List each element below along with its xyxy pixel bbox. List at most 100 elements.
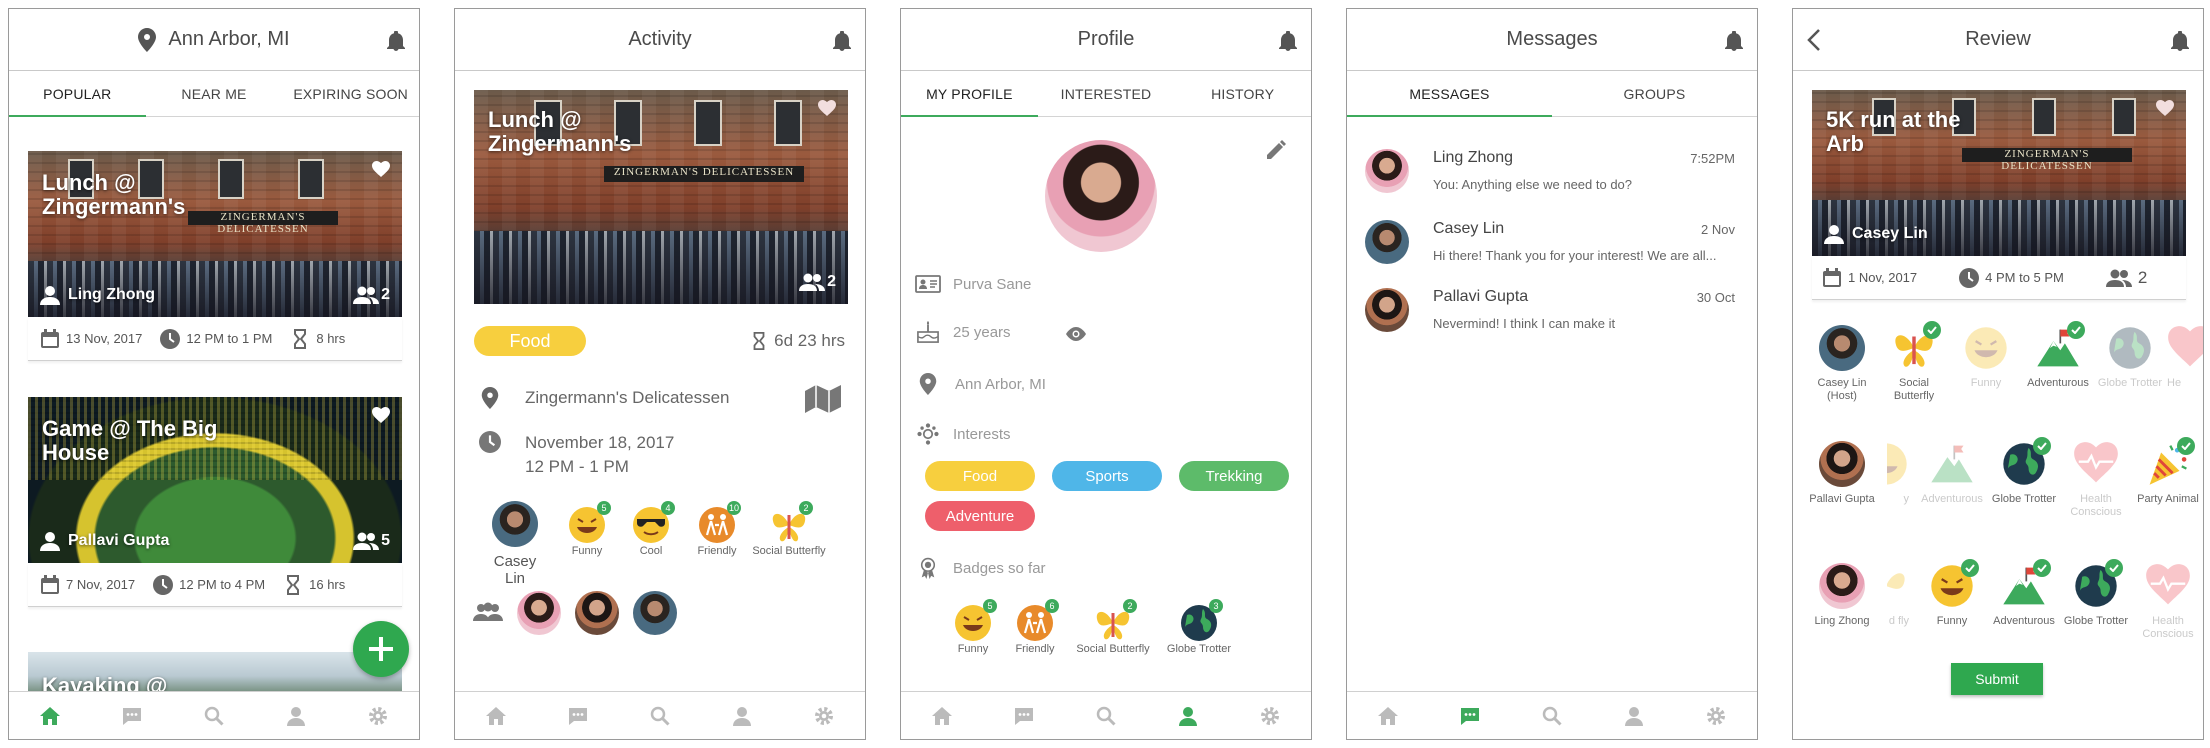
tab-near-me[interactable]: NEAR ME bbox=[146, 71, 283, 116]
clock-icon bbox=[153, 574, 174, 595]
nav-profile[interactable] bbox=[1593, 692, 1675, 739]
badge-count: 10 bbox=[727, 501, 741, 515]
header: Review bbox=[1793, 9, 2203, 71]
page-title: Messages bbox=[1506, 28, 1598, 50]
event-host-name: Casey Lin bbox=[1852, 225, 1928, 242]
review-badge-partial[interactable]: y bbox=[1879, 441, 1909, 506]
tab-expiring-soon[interactable]: EXPIRING SOON bbox=[282, 71, 419, 116]
tab-groups[interactable]: GROUPS bbox=[1552, 71, 1757, 116]
review-badge-funny[interactable]: Funny bbox=[1917, 559, 1987, 628]
clock-icon bbox=[160, 328, 181, 349]
review-person[interactable]: Pallavi Gupta bbox=[1807, 441, 1877, 506]
nav-messages[interactable] bbox=[983, 692, 1065, 739]
review-badge-adventurous[interactable]: Adventurous bbox=[1917, 441, 1987, 506]
review-badge-globe-trotter[interactable]: Globe Trotter bbox=[2061, 559, 2131, 628]
expiry-text: 6d 23 hrs bbox=[774, 331, 845, 350]
activity-photo-title: Lunch @ Zingermann's bbox=[488, 107, 632, 156]
review-badge-adventurous[interactable]: Adventurous bbox=[2023, 321, 2093, 390]
location-title[interactable]: Ann Arbor, MI bbox=[168, 28, 289, 51]
heart-icon[interactable] bbox=[372, 407, 390, 423]
review-badge-globe-trotter[interactable]: Globe Trotter bbox=[1989, 437, 2059, 506]
heart-health-icon bbox=[2146, 564, 2190, 605]
tab-bar: MESSAGES GROUPS bbox=[1347, 71, 1757, 117]
heart-icon[interactable] bbox=[372, 161, 390, 177]
event-date: 13 Nov, 2017 bbox=[66, 331, 143, 346]
review-badge-adventurous[interactable]: Adventurous bbox=[1989, 559, 2059, 628]
interest-chip[interactable]: Food bbox=[925, 461, 1035, 491]
review-badge-social-butterfly[interactable]: Social Butterfly bbox=[1879, 321, 1949, 403]
interest-chip[interactable]: Sports bbox=[1052, 461, 1162, 491]
heart-icon[interactable] bbox=[2156, 100, 2174, 116]
message-item[interactable]: Pallavi Gupta 30 Oct Nevermind! I think … bbox=[1347, 280, 1757, 346]
sender-name: Casey Lin bbox=[1433, 220, 1505, 237]
nav-search[interactable] bbox=[1065, 692, 1147, 739]
pencil-icon[interactable] bbox=[1267, 139, 1287, 159]
tab-popular[interactable]: POPULAR bbox=[9, 71, 146, 117]
nav-home[interactable] bbox=[901, 692, 983, 739]
nav-settings[interactable] bbox=[783, 692, 865, 739]
back-arrow-icon[interactable] bbox=[1807, 28, 1821, 52]
avatar bbox=[1365, 149, 1409, 193]
badge-friendly: 6 Friendly bbox=[1005, 599, 1065, 655]
interests-icon bbox=[917, 423, 939, 445]
message-item[interactable]: Ling Zhong 7:52PM You: Anything else we … bbox=[1347, 141, 1757, 207]
participant-avatar[interactable] bbox=[575, 591, 619, 635]
review-person[interactable]: Casey Lin (Host) bbox=[1807, 325, 1877, 403]
nav-home[interactable] bbox=[1347, 692, 1429, 739]
tab-my-profile[interactable]: MY PROFILE bbox=[901, 71, 1038, 117]
event-card-photo[interactable]: ZINGERMAN'S DELICATESSEN Lunch @ Zingerm… bbox=[28, 151, 402, 317]
nav-settings[interactable] bbox=[1675, 692, 1757, 739]
bell-icon[interactable] bbox=[833, 31, 851, 51]
event-time: 12 PM to 1 PM bbox=[186, 331, 273, 346]
host[interactable]: Casey Lin bbox=[485, 501, 545, 587]
nav-home[interactable] bbox=[455, 692, 537, 739]
review-badge-partial[interactable]: d fly bbox=[1879, 563, 1909, 628]
review-badge-health-conscious[interactable]: Health Conscious bbox=[2061, 441, 2131, 519]
screen-profile: Profile MY PROFILE INTERESTED HISTORY Pu… bbox=[900, 8, 1312, 740]
bell-icon[interactable] bbox=[2171, 31, 2189, 51]
interest-chip[interactable]: Trekking bbox=[1179, 461, 1289, 491]
profile-avatar[interactable] bbox=[1045, 140, 1157, 252]
submit-button[interactable]: Submit bbox=[1951, 663, 2043, 695]
people-icon bbox=[2105, 269, 2132, 287]
nav-profile[interactable] bbox=[1147, 692, 1229, 739]
participant-avatar[interactable] bbox=[517, 591, 561, 635]
event-card-photo[interactable]: Game @ The Big House Pallavi Gupta 5 bbox=[28, 397, 402, 563]
participant-avatar[interactable] bbox=[633, 591, 677, 635]
review-person[interactable]: Ling Zhong bbox=[1807, 563, 1877, 628]
tab-history[interactable]: HISTORY bbox=[1174, 71, 1311, 116]
add-event-button[interactable] bbox=[353, 621, 409, 677]
people-icon bbox=[799, 273, 826, 291]
nav-settings[interactable] bbox=[337, 692, 419, 739]
nav-messages[interactable] bbox=[537, 692, 619, 739]
nav-profile[interactable] bbox=[701, 692, 783, 739]
nav-search[interactable] bbox=[619, 692, 701, 739]
user-icon bbox=[1625, 706, 1643, 726]
nav-home[interactable] bbox=[9, 692, 91, 739]
bell-icon[interactable] bbox=[1279, 31, 1297, 51]
nav-messages[interactable] bbox=[91, 692, 173, 739]
nav-messages[interactable] bbox=[1429, 692, 1511, 739]
event-host: Ling Zhong bbox=[40, 285, 155, 305]
heart-icon[interactable] bbox=[818, 100, 836, 116]
nav-settings[interactable] bbox=[1229, 692, 1311, 739]
review-badge-funny[interactable]: Funny bbox=[1951, 325, 2021, 390]
interest-chip[interactable]: Adventure bbox=[925, 501, 1035, 531]
home-icon bbox=[1378, 706, 1398, 725]
nav-search[interactable] bbox=[173, 692, 255, 739]
bell-icon[interactable] bbox=[1725, 31, 1743, 51]
review-badge-health-conscious[interactable]: Health Conscious bbox=[2133, 563, 2203, 641]
bell-icon[interactable] bbox=[387, 31, 405, 51]
tab-messages[interactable]: MESSAGES bbox=[1347, 71, 1552, 117]
bottom-nav bbox=[9, 691, 419, 739]
nav-profile[interactable] bbox=[255, 692, 337, 739]
map-icon[interactable] bbox=[805, 383, 841, 413]
message-item[interactable]: Casey Lin 2 Nov Hi there! Thank you for … bbox=[1347, 212, 1757, 278]
review-badge-party-animal[interactable]: Party Animal bbox=[2133, 437, 2203, 506]
id-card-icon bbox=[915, 275, 941, 293]
eye-icon[interactable] bbox=[1065, 327, 1087, 341]
nav-search[interactable] bbox=[1511, 692, 1593, 739]
review-badge-globe-trotter[interactable]: Globe Trotter bbox=[2095, 325, 2165, 390]
tab-interested[interactable]: INTERESTED bbox=[1038, 71, 1175, 116]
review-badge-partial[interactable]: He bbox=[2167, 325, 2203, 390]
